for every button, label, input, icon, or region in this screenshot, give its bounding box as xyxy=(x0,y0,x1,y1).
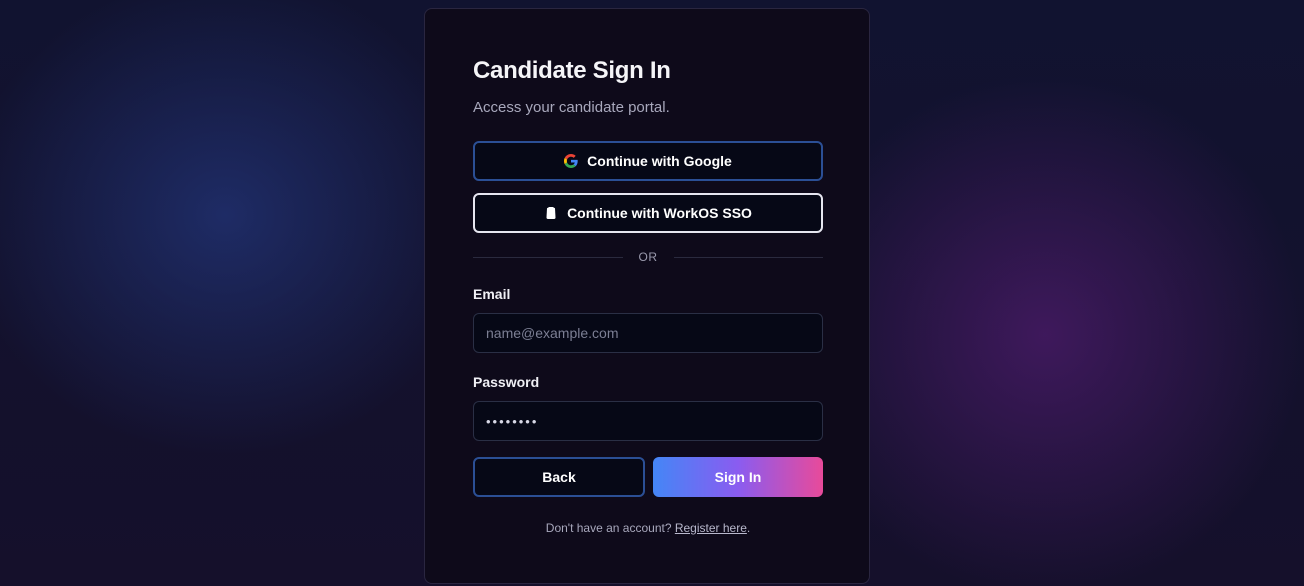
page-subtitle: Access your candidate portal. xyxy=(473,99,670,116)
signin-card: Candidate Sign In Access your candidate … xyxy=(424,8,870,584)
register-prompt-text: Don't have an account? xyxy=(545,521,675,535)
sign-in-button[interactable]: Sign In xyxy=(653,457,823,497)
sso-button-label: Continue with WorkOS SSO xyxy=(567,205,752,221)
page-title: Candidate Sign In xyxy=(473,57,671,84)
divider-line-right xyxy=(673,256,823,258)
divider-label: OR xyxy=(638,250,658,264)
or-divider: OR xyxy=(473,249,823,265)
google-icon xyxy=(564,154,578,168)
register-prompt: Don't have an account? Register here. xyxy=(473,521,823,535)
register-link[interactable]: Register here xyxy=(675,521,747,535)
password-field[interactable] xyxy=(473,401,823,441)
google-signin-button[interactable]: Continue with Google xyxy=(473,141,823,181)
workos-sso-button[interactable]: Continue with WorkOS SSO xyxy=(473,193,823,233)
email-field[interactable] xyxy=(473,313,823,353)
shield-icon xyxy=(544,206,558,220)
password-label: Password xyxy=(473,374,540,390)
email-label: Email xyxy=(473,286,511,302)
back-button[interactable]: Back xyxy=(473,457,645,497)
divider-line-left xyxy=(473,256,623,258)
google-button-label: Continue with Google xyxy=(587,153,732,169)
register-prompt-end: . xyxy=(746,521,751,535)
